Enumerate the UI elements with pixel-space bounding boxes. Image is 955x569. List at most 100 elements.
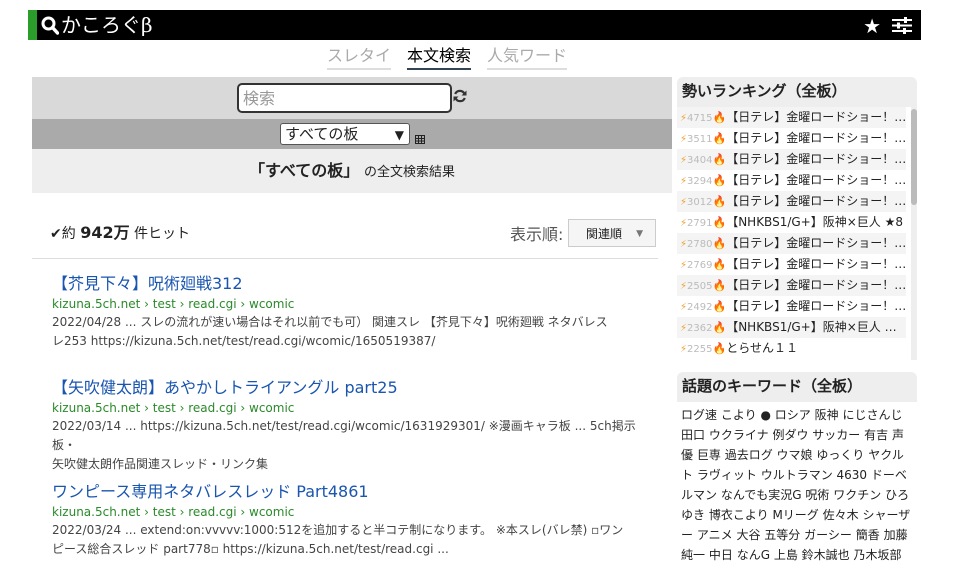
result-title-link[interactable]: ワンピース専用ネタバレスレッド Part4861 xyxy=(52,478,652,502)
keyword-link[interactable]: Mリーグ xyxy=(772,508,818,522)
momentum-count: ⚡4715 xyxy=(680,113,712,124)
keyword-link[interactable]: 博衣こより xyxy=(709,508,769,522)
ranking-item-title: 【日テレ】金曜ロードショー！… xyxy=(726,152,906,166)
ranking-title: 勢いランキング（全板） xyxy=(677,77,917,107)
result-url[interactable]: kizuna.5ch.net › test › read.cgi › wcomi… xyxy=(52,401,652,415)
bolt-icon: ⚡ xyxy=(680,239,688,250)
hit-count-prefix: 約 xyxy=(61,226,76,242)
keyword-link[interactable]: 五等分 xyxy=(764,528,800,542)
fire-icon: 🔥 xyxy=(712,258,727,271)
result-snippet-line: 2022/04/28 ... スレの流れが速い場合はそれ以前でも可） 関連スレ … xyxy=(52,315,608,329)
hit-count-value: 942万 xyxy=(80,223,130,242)
settings-sliders-icon[interactable] xyxy=(892,17,912,38)
ranking-item[interactable]: ⚡2791🔥【NHKBS1/G+】阪神×巨人 ★8 xyxy=(677,212,906,233)
ranking-item[interactable]: ⚡2362🔥【NHKBS1/G+】阪神×巨人 … xyxy=(677,317,906,338)
ranking-item[interactable]: ⚡3012🔥【日テレ】金曜ロードショー！… xyxy=(677,191,906,212)
ranking-item[interactable]: ⚡2780🔥【日テレ】金曜ロードショー！… xyxy=(677,233,906,254)
tab-popular-words[interactable]: 人気ワード xyxy=(487,42,568,70)
keyword-link[interactable]: 有吉 xyxy=(864,428,888,442)
bolt-icon: ⚡ xyxy=(680,197,688,208)
keyword-link[interactable]: 簡香 xyxy=(856,528,880,542)
keyword-link[interactable]: なんG xyxy=(737,548,770,562)
top-bar: かころぐβ ★ xyxy=(28,10,921,40)
board-grid-icon[interactable] xyxy=(415,129,425,148)
keyword-link[interactable]: ウクライナ xyxy=(709,428,769,442)
momentum-value: 3294 xyxy=(687,176,713,187)
ranking-item[interactable]: ⚡2492🔥【日テレ】金曜ロードショー！… xyxy=(677,296,906,317)
result-snippet-line: レ253 https://kizuna.5ch.net/test/read.cg… xyxy=(52,334,436,348)
keyword-link[interactable]: こより xyxy=(721,408,757,422)
bolt-icon: ⚡ xyxy=(680,302,688,313)
scrollbar-thumb[interactable] xyxy=(911,109,917,205)
ranking-scrollbar[interactable] xyxy=(911,107,917,360)
keyword-link[interactable]: 佐々木 xyxy=(823,508,859,522)
keyword-link[interactable]: 呪術 xyxy=(805,488,829,502)
momentum-count: ⚡3511 xyxy=(680,134,712,145)
tab-thread-title[interactable]: スレタイ xyxy=(327,42,392,70)
keyword-link[interactable]: なんでも実況G xyxy=(721,488,802,502)
keyword-link[interactable]: にじさんじ xyxy=(842,408,902,422)
search-result: 【矢吹健太朗】あやかしトライアングル part25 kizuna.5ch.net… xyxy=(52,374,652,474)
search-panel: すべての板 ▼ 「すべての板」 の全文検索結果 xyxy=(32,77,672,193)
keyword-link[interactable]: 上島 xyxy=(774,548,798,562)
keyword-link[interactable]: ● xyxy=(760,408,770,422)
momentum-count: ⚡2780 xyxy=(680,239,712,250)
keyword-link[interactable]: ウルトラマン xyxy=(761,468,833,482)
board-select[interactable]: すべての板 ▼ xyxy=(280,123,410,145)
fire-icon: 🔥 xyxy=(712,195,727,208)
keyword-link[interactable]: 乃木坂部 xyxy=(854,548,902,562)
momentum-value: 2492 xyxy=(687,302,713,313)
keyword-link[interactable]: アニメ xyxy=(697,528,733,542)
ranking-item[interactable]: ⚡3404🔥【日テレ】金曜ロードショー！… xyxy=(677,149,906,170)
search-input[interactable] xyxy=(237,83,452,113)
result-url[interactable]: kizuna.5ch.net › test › read.cgi › wcomi… xyxy=(52,505,652,519)
keyword-link[interactable]: 例ダウ xyxy=(772,428,808,442)
result-snippet-line: ピース総合スレッド part778▫ https://kizuna.5ch.ne… xyxy=(52,542,449,556)
keyword-link[interactable]: 大谷 xyxy=(736,528,760,542)
ranking-item[interactable]: ⚡2505🔥【日テレ】金曜ロードショー！… xyxy=(677,275,906,296)
ranking-item-title: 【NHKBS1/G+】阪神×巨人 … xyxy=(726,320,897,334)
result-url[interactable]: kizuna.5ch.net › test › read.cgi › wcomi… xyxy=(52,297,652,311)
result-snippet: 2022/03/24 ... extend:on:vvvvv:1000:512を… xyxy=(52,521,652,559)
ranking-item-title: 【日テレ】金曜ロードショー！… xyxy=(726,110,906,124)
keyword-cloud: ログ速 こより ● ロシア 阪神 にじさんじ 田口 ウクライナ 例ダウ サッカー… xyxy=(677,402,917,565)
logo[interactable]: かころぐβ xyxy=(41,12,153,41)
keyword-link[interactable]: 中日 xyxy=(709,548,733,562)
ranking-item[interactable]: ⚡2769🔥【日テレ】金曜ロードショー！… xyxy=(677,254,906,275)
ranking-list: ⚡4715🔥【日テレ】金曜ロードショー！… ⚡3511🔥【日テレ】金曜ロードショー… xyxy=(677,107,917,360)
keyword-link[interactable]: ガーシー xyxy=(804,528,852,542)
result-title-link[interactable]: 【芥見下々】呪術廻戦312 xyxy=(52,270,652,294)
fire-icon: 🔥 xyxy=(712,216,727,229)
favorites-star-icon[interactable]: ★ xyxy=(863,16,881,36)
keyword-link[interactable]: サッカー xyxy=(812,428,860,442)
keyword-link[interactable]: ワクチン xyxy=(833,488,881,502)
result-title-link[interactable]: 【矢吹健太朗】あやかしトライアングル part25 xyxy=(52,374,652,398)
keyword-link[interactable]: 田口 xyxy=(681,428,705,442)
sort-dropdown[interactable]: 関連順 ▼ xyxy=(568,219,656,247)
keyword-link[interactable]: ラヴィット xyxy=(697,468,757,482)
bolt-icon: ⚡ xyxy=(680,176,688,187)
brand-accent xyxy=(28,10,37,40)
ranking-item[interactable]: ⚡3511🔥【日テレ】金曜ロードショー！… xyxy=(677,128,906,149)
momentum-count: ⚡2492 xyxy=(680,302,712,313)
tab-fulltext-search[interactable]: 本文検索 xyxy=(407,42,472,70)
keyword-link[interactable]: ゆっくり xyxy=(816,448,864,462)
ranking-item[interactable]: ⚡2255🔥とらせん１１ xyxy=(677,338,906,359)
keyword-link[interactable]: 過去ログ xyxy=(725,448,773,462)
keyword-link[interactable]: ログ速 xyxy=(681,408,717,422)
bolt-icon: ⚡ xyxy=(680,134,688,145)
keyword-link[interactable]: 巨専 xyxy=(697,448,721,462)
ranking-item[interactable]: ⚡4715🔥【日テレ】金曜ロードショー！… xyxy=(677,107,906,128)
refresh-icon[interactable] xyxy=(453,88,467,107)
bolt-icon: ⚡ xyxy=(680,155,688,166)
ranking-item[interactable]: ⚡3294🔥【日テレ】金曜ロードショー！… xyxy=(677,170,906,191)
keyword-link[interactable]: ウマ娘 xyxy=(777,448,813,462)
keyword-link[interactable]: 4630 xyxy=(837,468,868,482)
keyword-link[interactable]: 阪神 xyxy=(815,408,839,422)
keyword-link[interactable]: 鈴木誠也 xyxy=(802,548,850,562)
momentum-count: ⚡2362 xyxy=(680,323,712,334)
keyword-link[interactable]: ロシア xyxy=(775,408,811,422)
bolt-icon: ⚡ xyxy=(680,218,688,229)
board-select-value: すべての板 xyxy=(285,125,359,143)
fire-icon: 🔥 xyxy=(712,300,727,313)
